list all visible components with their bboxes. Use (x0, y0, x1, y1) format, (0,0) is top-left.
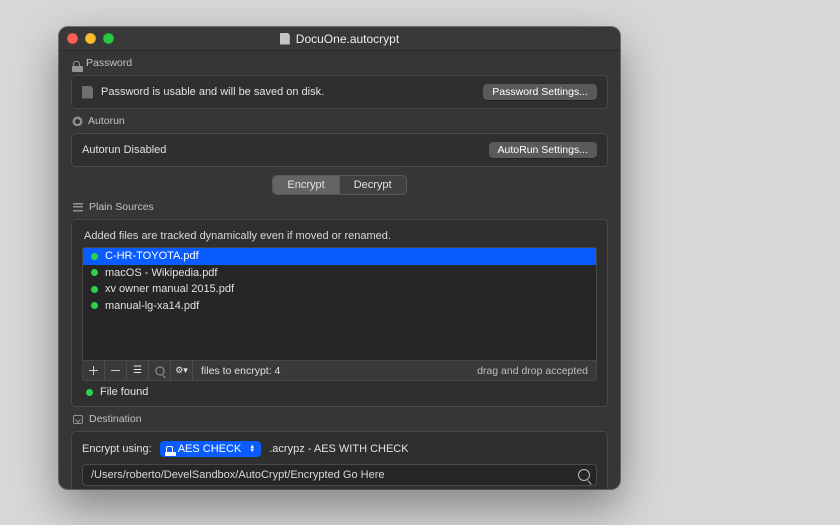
encrypt-using-label: Encrypt using: (82, 443, 152, 455)
remove-button[interactable]: － (105, 361, 127, 380)
destination-icon (73, 415, 83, 424)
password-header-label: Password (86, 57, 132, 69)
password-message: Password is usable and will be saved on … (101, 86, 324, 98)
status-dot-icon (91, 253, 98, 260)
algorithm-suffix: .acrypz - AES WITH CHECK (269, 443, 408, 455)
destination-path-field[interactable] (82, 464, 597, 486)
lock-icon (73, 61, 80, 66)
tab-decrypt[interactable]: Decrypt (340, 176, 406, 194)
status-dot-icon (91, 286, 98, 293)
password-settings-button[interactable]: Password Settings (483, 84, 597, 100)
destination-header-label: Destination (89, 413, 142, 425)
file-name: manual-lg-xa14.pdf (105, 300, 199, 312)
file-found-label: File found (100, 386, 148, 398)
autorun-header: Autorun (71, 115, 608, 127)
file-name: macOS - Wikipedia.pdf (105, 267, 217, 279)
password-box: Password is usable and will be saved on … (71, 75, 608, 109)
list-icon (73, 203, 83, 212)
autorun-status: Autorun Disabled (82, 144, 166, 156)
status-dot-icon (91, 302, 98, 309)
file-found-row: File found (82, 381, 597, 398)
sources-header: Plain Sources (71, 201, 608, 213)
file-row[interactable]: xv owner manual 2015.pdf (83, 281, 596, 298)
title-text: DocuOne.autocrypt (296, 32, 399, 46)
app-window: DocuOne.autocrypt Password Password is u… (59, 27, 620, 489)
document-icon (280, 33, 290, 45)
window-title: DocuOne.autocrypt (59, 32, 620, 46)
add-button[interactable]: ＋ (83, 361, 105, 380)
file-row[interactable]: C-HR-TOYOTA.pdf (83, 248, 596, 265)
titlebar: DocuOne.autocrypt (59, 27, 620, 51)
lock-icon (166, 446, 173, 453)
chevron-updown-icon: ▲▼ (249, 445, 255, 453)
sort-button[interactable]: ☰ (127, 361, 149, 380)
file-list[interactable]: C-HR-TOYOTA.pdf macOS - Wikipedia.pdf xv o… (82, 247, 597, 361)
algorithm-name: AES CHECK (178, 443, 242, 455)
file-name: xv owner manual 2015.pdf (105, 283, 234, 295)
options-button[interactable]: ⚙︎▾ (171, 361, 193, 380)
password-header: Password (71, 57, 608, 69)
tab-encrypt[interactable]: Encrypt (273, 176, 339, 194)
file-row[interactable]: manual-lg-xa14.pdf (83, 298, 596, 315)
mode-tabs: Encrypt Decrypt (272, 175, 406, 195)
search-button[interactable] (149, 361, 171, 380)
sources-hint: Added files are tracked dynamically even… (82, 228, 597, 247)
sources-header-label: Plain Sources (89, 201, 154, 213)
file-row[interactable]: macOS - Wikipedia.pdf (83, 265, 596, 282)
file-icon (82, 86, 93, 99)
file-toolbar: ＋ － ☰ ⚙︎▾ files to encrypt: 4 drag and d… (82, 361, 597, 381)
autorun-box: Autorun Disabled AutoRun Settings (71, 133, 608, 167)
autorun-header-label: Autorun (88, 115, 125, 127)
sources-panel: Added files are tracked dynamically even… (71, 219, 608, 407)
autorun-settings-button[interactable]: AutoRun Settings (489, 142, 597, 158)
file-count-label: files to encrypt: 4 (193, 365, 288, 377)
gear-icon (73, 117, 82, 126)
destination-header: Destination (71, 413, 608, 425)
file-name: C-HR-TOYOTA.pdf (105, 250, 199, 262)
status-dot-icon (91, 269, 98, 276)
drag-drop-hint: drag and drop accepted (469, 365, 596, 377)
destination-path-input[interactable] (91, 469, 572, 481)
destination-panel: Encrypt using: AES CHECK ▲▼ .acrypz - AE… (71, 431, 608, 489)
algorithm-select[interactable]: AES CHECK ▲▼ (160, 441, 262, 457)
status-dot-icon (86, 389, 93, 396)
search-icon[interactable] (578, 469, 590, 481)
